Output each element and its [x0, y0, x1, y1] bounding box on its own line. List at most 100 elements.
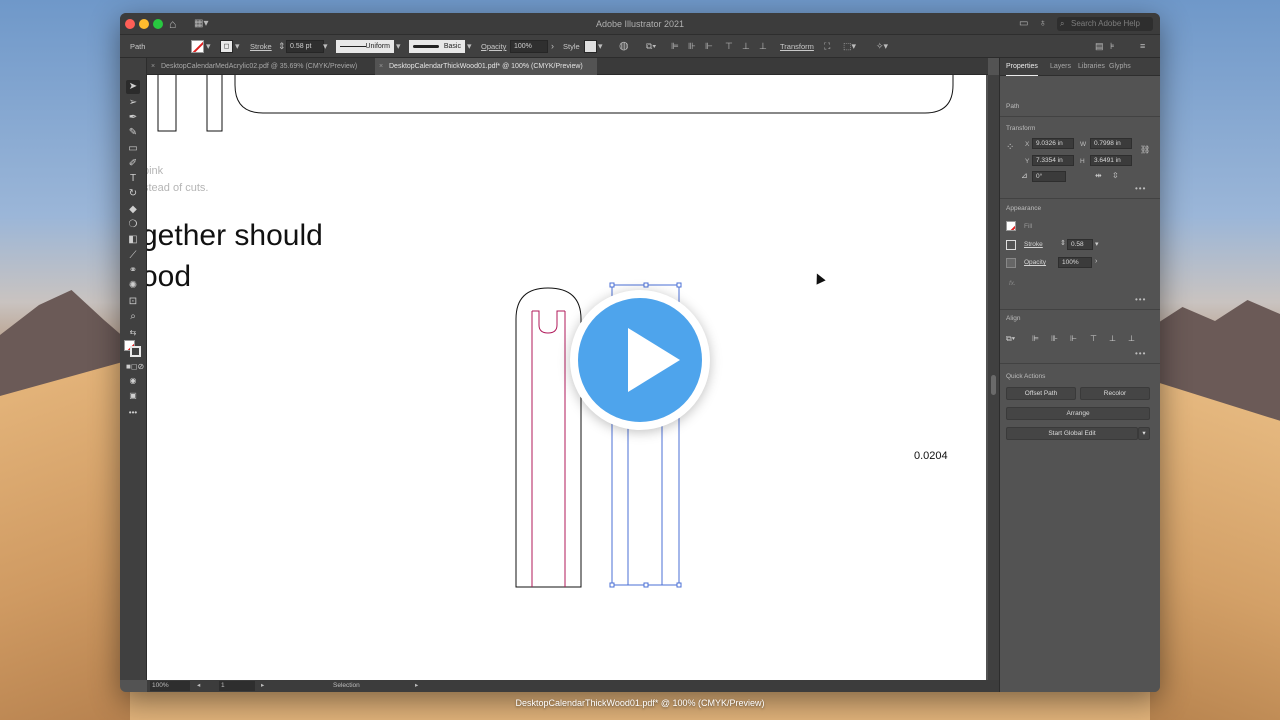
recolor-artwork-icon[interactable]: ◍ — [619, 35, 629, 58]
height-input[interactable]: 3.6491 in — [1090, 155, 1132, 166]
canvas-area[interactable]: pink stead of cuts. gether should ood 0.… — [147, 75, 988, 680]
align-center-icon[interactable]: ⊪ — [688, 35, 696, 58]
blend-tool-icon[interactable]: ⚭ — [126, 264, 140, 278]
chevron-right-icon[interactable]: › — [551, 35, 554, 58]
chevron-down-icon[interactable]: ▾ — [206, 35, 211, 58]
stepper-icon[interactable]: ⇕ — [278, 35, 286, 58]
flip-vertical-icon[interactable]: ⇳ — [1112, 171, 1119, 180]
arrange-panels-icon[interactable]: ▤ — [1095, 35, 1104, 58]
chevron-down-icon[interactable]: ▾ — [1095, 240, 1099, 248]
rotate-tool-icon[interactable]: ↻ — [126, 187, 140, 201]
chevron-down-icon[interactable]: ▾ — [598, 35, 603, 58]
tab-layers[interactable]: Layers — [1050, 58, 1071, 76]
selection-handle[interactable] — [676, 582, 682, 588]
top-slot-shape-1[interactable] — [157, 75, 177, 132]
appearance-fill-swatch[interactable] — [1006, 221, 1016, 231]
selection-tool-icon[interactable]: ➤ — [126, 80, 140, 94]
opacity-label[interactable]: Opacity — [1024, 259, 1046, 266]
artwork-svg[interactable] — [147, 75, 986, 680]
rectangle-tool-icon[interactable]: ▭ — [126, 142, 140, 156]
recolor-button[interactable]: Recolor — [1080, 387, 1150, 400]
tab-properties[interactable]: Properties — [1006, 58, 1038, 76]
selection-handle[interactable] — [676, 282, 682, 288]
leg-notch-cut[interactable] — [532, 310, 565, 334]
x-position-input[interactable]: 9.0326 in — [1032, 138, 1074, 149]
next-artboard-icon[interactable]: ▸ — [261, 680, 264, 692]
warp-tool-icon[interactable]: ❍ — [126, 218, 140, 232]
isolate-object-icon[interactable]: ⛶ — [824, 35, 830, 58]
lightbulb-icon[interactable]: ♁ — [1039, 16, 1047, 32]
selection-handle[interactable] — [643, 582, 649, 588]
eyedropper-tool-icon[interactable]: ⟋ — [126, 249, 140, 263]
fx-icon[interactable]: fx. — [1009, 280, 1016, 287]
tab-acrylic-document[interactable]: × DesktopCalendarMedAcrylic02.pdf @ 35.6… — [147, 58, 377, 75]
draw-mode-icon[interactable]: ◉ — [126, 374, 140, 388]
scrollbar-thumb[interactable] — [991, 375, 996, 395]
eraser-tool-icon[interactable]: ◆ — [126, 203, 140, 217]
align-top-icon[interactable]: ⊤ — [725, 35, 733, 58]
width-input[interactable]: 0.7998 in — [1090, 138, 1132, 149]
artboard-number-input[interactable]: 1 — [219, 681, 255, 691]
artboard-tool-icon[interactable]: ⊡ — [126, 295, 140, 309]
more-tools-icon[interactable]: ••• — [126, 406, 140, 420]
swap-colors-icon[interactable]: ⇆ — [126, 326, 140, 340]
zoom-tool-icon[interactable]: ⌕ — [126, 310, 140, 324]
constrain-proportions-icon[interactable]: ⛓ — [1140, 145, 1150, 154]
reference-point-icon[interactable]: ⁘ — [1006, 142, 1014, 153]
align-right-icon[interactable]: ⊩ — [705, 35, 713, 58]
chevron-down-icon[interactable]: ▾ — [467, 35, 472, 58]
vertical-scrollbar[interactable] — [988, 75, 999, 680]
align-to-icon[interactable]: ⧉▾ — [1006, 334, 1015, 344]
stroke-weight-input[interactable]: 0.58 pt — [286, 40, 324, 53]
symbol-sprayer-tool-icon[interactable]: ✺ — [126, 279, 140, 293]
more-options-icon[interactable]: ••• — [1135, 184, 1146, 193]
chevron-down-icon[interactable]: ▾ — [323, 35, 328, 58]
arrange-button[interactable]: Arrange — [1006, 407, 1150, 420]
close-tab-icon[interactable]: × — [151, 58, 155, 75]
fill-swatch-none[interactable] — [191, 40, 204, 53]
gradient-tool-icon[interactable]: ◧ — [126, 233, 140, 247]
stroke-profile-dropdown[interactable]: Uniform — [336, 40, 394, 53]
graphic-style-swatch[interactable] — [584, 40, 597, 53]
stroke-weight-input[interactable]: 0.58 — [1067, 239, 1093, 250]
brush-dropdown[interactable]: Basic — [409, 40, 465, 53]
selection-handle[interactable] — [643, 282, 649, 288]
align-options-icon[interactable]: ⊧ — [1110, 35, 1115, 58]
opacity-input[interactable]: 100% — [510, 40, 548, 53]
tab-thickwood-document[interactable]: × DesktopCalendarThickWood01.pdf* @ 100%… — [375, 58, 597, 75]
align-top-icon[interactable]: ⊤ — [1090, 334, 1097, 343]
chevron-down-icon[interactable]: ▾ — [396, 35, 401, 58]
align-middle-icon[interactable]: ⊥ — [1109, 334, 1116, 343]
selected-piece-inner-lines[interactable] — [627, 425, 663, 585]
screen-mode-icon[interactable]: ▣ — [126, 389, 140, 403]
stroke-swatch[interactable]: ◻ — [220, 40, 233, 53]
selection-handle[interactable] — [609, 582, 615, 588]
stroke-label[interactable]: Stroke — [250, 35, 272, 58]
chevron-right-icon[interactable]: › — [1095, 258, 1097, 265]
paintbrush-tool-icon[interactable]: ✐ — [126, 157, 140, 171]
tab-libraries[interactable]: Libraries — [1078, 58, 1105, 76]
align-bottom-icon[interactable]: ⊥ — [759, 35, 767, 58]
opacity-label[interactable]: Opacity — [481, 35, 506, 58]
align-right-icon[interactable]: ⊩ — [1070, 334, 1077, 343]
pen-tool-icon[interactable]: ✒ — [126, 111, 140, 125]
arrange-documents-icon[interactable]: ▭ — [1019, 16, 1028, 32]
tab-glyphs[interactable]: Glyphs — [1109, 58, 1131, 76]
more-options-icon[interactable]: ••• — [1135, 349, 1146, 358]
start-global-edit-button[interactable]: Start Global Edit — [1006, 427, 1138, 440]
zoom-level-input[interactable]: 100% — [150, 681, 190, 691]
stroke-label[interactable]: Stroke — [1024, 241, 1043, 248]
video-play-button[interactable] — [570, 290, 710, 430]
previous-artboard-icon[interactable]: ◂ — [197, 680, 200, 692]
help-search-input[interactable]: ⌕ Search Adobe Help — [1057, 17, 1153, 31]
top-slot-shape-2[interactable] — [206, 75, 223, 132]
stroke-color[interactable] — [130, 346, 141, 357]
chevron-down-icon[interactable]: ▾ — [235, 35, 240, 58]
transform-link[interactable]: Transform — [780, 35, 814, 58]
align-left-icon[interactable]: ⊫ — [1032, 334, 1039, 343]
flip-horizontal-icon[interactable]: ⇹ — [1095, 171, 1102, 180]
align-center-icon[interactable]: ⊪ — [1051, 334, 1058, 343]
global-edit-options-button[interactable]: ▾ — [1138, 427, 1150, 440]
top-rounded-panel[interactable] — [234, 75, 954, 114]
rotation-angle-input[interactable]: 0° — [1032, 171, 1066, 182]
